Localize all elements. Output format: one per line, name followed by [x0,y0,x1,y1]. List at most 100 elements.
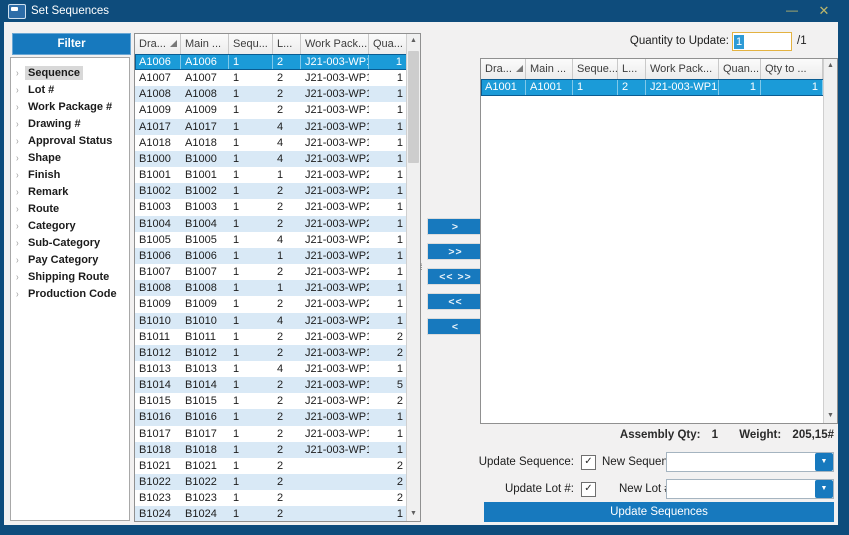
table-row[interactable]: B1014B101412J21-003-WP15 [135,377,407,393]
table-row[interactable]: B1015B101512J21-003-WP12 [135,393,407,409]
table-cell: 1 [229,506,273,521]
table-row[interactable]: B1005B100514J21-003-WP21 [135,232,407,248]
filter-tree-item[interactable]: ›Drawing # [11,114,129,131]
chevron-right-icon[interactable]: › [16,235,24,252]
chevron-right-icon[interactable]: › [16,201,24,218]
column-header[interactable]: L... [618,59,646,79]
column-header[interactable]: Sequ... [229,34,273,54]
filter-tree-item[interactable]: ›Finish [11,165,129,182]
chevron-right-icon[interactable]: › [16,65,24,82]
transfer-all-left-button[interactable]: << [427,293,484,310]
table-row[interactable]: A1006A100612J21-003-WP11 [135,54,407,70]
filter-tree-item[interactable]: ›Pay Category [11,250,129,267]
column-header[interactable]: Qty to ... [761,59,823,79]
table-cell: B1024 [135,506,181,521]
table-row[interactable]: B1006B100611J21-003-WP21 [135,248,407,264]
table-row[interactable]: B1012B101212J21-003-WP12 [135,345,407,361]
table-row[interactable]: A1009A100912J21-003-WP11 [135,102,407,118]
scroll-up-icon[interactable]: ▲ [824,59,837,73]
chevron-right-icon[interactable]: › [16,133,24,150]
table-row[interactable]: B1017B101712J21-003-WP11 [135,426,407,442]
filter-tree-item[interactable]: ›Shape [11,148,129,165]
column-header[interactable]: Work Pack... [646,59,719,79]
filter-tree-item[interactable]: ›Category [11,216,129,233]
table-row[interactable]: A1018A101814J21-003-WP11 [135,135,407,151]
table-cell: 1 [229,232,273,248]
chevron-right-icon[interactable]: › [16,99,24,116]
transfer-all-right-button[interactable]: >> [427,243,484,260]
chevron-right-icon[interactable]: › [16,150,24,167]
table-row[interactable]: A1017A101714J21-003-WP11 [135,119,407,135]
table-row[interactable]: B1001B100111J21-003-WP21 [135,167,407,183]
table-row[interactable]: B1016B101612J21-003-WP11 [135,409,407,425]
filter-tree-item-label: Sequence [25,66,83,80]
scrollbar-thumb[interactable] [408,51,419,163]
minimize-button[interactable]: — [777,0,807,22]
column-header[interactable]: Dra... [481,59,526,79]
table-row[interactable]: B1002B100212J21-003-WP21 [135,183,407,199]
table-row[interactable]: B1003B100312J21-003-WP21 [135,199,407,215]
filter-tree-item[interactable]: ›Sub-Category [11,233,129,250]
filter-tree-item[interactable]: ›Remark [11,182,129,199]
table-row[interactable]: B1008B100811J21-003-WP21 [135,280,407,296]
column-header[interactable]: Main ... [181,34,229,54]
filter-tree-item[interactable]: ›Lot # [11,80,129,97]
table-row[interactable]: B1011B101112J21-003-WP12 [135,329,407,345]
column-header[interactable]: L... [273,34,301,54]
chevron-right-icon[interactable]: › [16,286,24,303]
close-icon[interactable]: ✕ [809,0,839,22]
filter-tree-item[interactable]: ›Work Package # [11,97,129,114]
target-table-scrollbar[interactable]: ▲ ▼ [823,59,837,423]
quantity-to-update-input[interactable]: 1 [732,32,792,51]
transfer-left-button[interactable]: < [427,318,484,335]
chevron-down-icon[interactable]: ▼ [815,480,833,498]
filter-button[interactable]: Filter [12,33,131,55]
chevron-right-icon[interactable]: › [16,252,24,269]
table-row[interactable]: B1024B1024121 [135,506,407,521]
update-sequences-button[interactable]: Update Sequences [484,502,834,522]
source-table: Dra...Main ...Sequ...L...Work Pack...Qua… [134,33,421,522]
transfer-swap-all-button[interactable]: << >> [427,268,484,285]
column-header[interactable]: Main ... [526,59,573,79]
column-header[interactable]: Seque... [573,59,618,79]
filter-tree-item[interactable]: ›Shipping Route [11,267,129,284]
table-row[interactable]: A1008A100812J21-003-WP11 [135,86,407,102]
chevron-right-icon[interactable]: › [16,184,24,201]
transfer-right-button[interactable]: > [427,218,484,235]
table-row[interactable]: A1001A100112J21-003-WP111 [481,79,824,96]
update-sequence-checkbox[interactable]: ✓ [581,455,596,470]
table-cell: J21-003-WP2 [301,313,369,329]
scroll-down-icon[interactable]: ▼ [824,409,837,423]
column-header[interactable]: Quan... [719,59,761,79]
filter-tree-item[interactable]: ›Sequence [11,63,129,80]
chevron-right-icon[interactable]: › [16,269,24,286]
table-cell: B1012 [181,345,229,361]
filter-tree-item[interactable]: ›Route [11,199,129,216]
filter-tree-item-label: Finish [25,168,63,182]
table-row[interactable]: B1009B100912J21-003-WP21 [135,296,407,312]
scroll-up-icon[interactable]: ▲ [407,34,420,48]
chevron-right-icon[interactable]: › [16,82,24,99]
source-table-scrollbar[interactable]: ▲ ▼ [406,34,420,521]
column-header[interactable]: Qua... [369,34,407,54]
scroll-down-icon[interactable]: ▼ [407,507,420,521]
column-header[interactable]: Work Pack... [301,34,369,54]
column-header[interactable]: Dra... [135,34,181,54]
table-row[interactable]: A1007A100712J21-003-WP11 [135,70,407,86]
table-row[interactable]: B1004B100412J21-003-WP21 [135,216,407,232]
chevron-right-icon[interactable]: › [16,167,24,184]
chevron-down-icon[interactable]: ▼ [815,453,833,471]
filter-tree-item[interactable]: ›Approval Status [11,131,129,148]
table-row[interactable]: B1007B100712J21-003-WP21 [135,264,407,280]
update-lot-checkbox[interactable]: ✓ [581,482,596,497]
new-lot-dropdown[interactable]: ▼ [666,479,834,499]
chevron-right-icon[interactable]: › [16,116,24,133]
table-cell: 1 [229,199,273,215]
new-sequence-dropdown[interactable]: ▼ [666,452,834,472]
table-row[interactable]: B1013B101314J21-003-WP11 [135,361,407,377]
chevron-right-icon[interactable]: › [16,218,24,235]
table-row[interactable]: B1000B100014J21-003-WP21 [135,151,407,167]
splitter-handle[interactable]: ⁞ [420,265,425,283]
filter-tree-item[interactable]: ›Production Code [11,284,129,301]
table-row[interactable]: B1010B101014J21-003-WP21 [135,313,407,329]
